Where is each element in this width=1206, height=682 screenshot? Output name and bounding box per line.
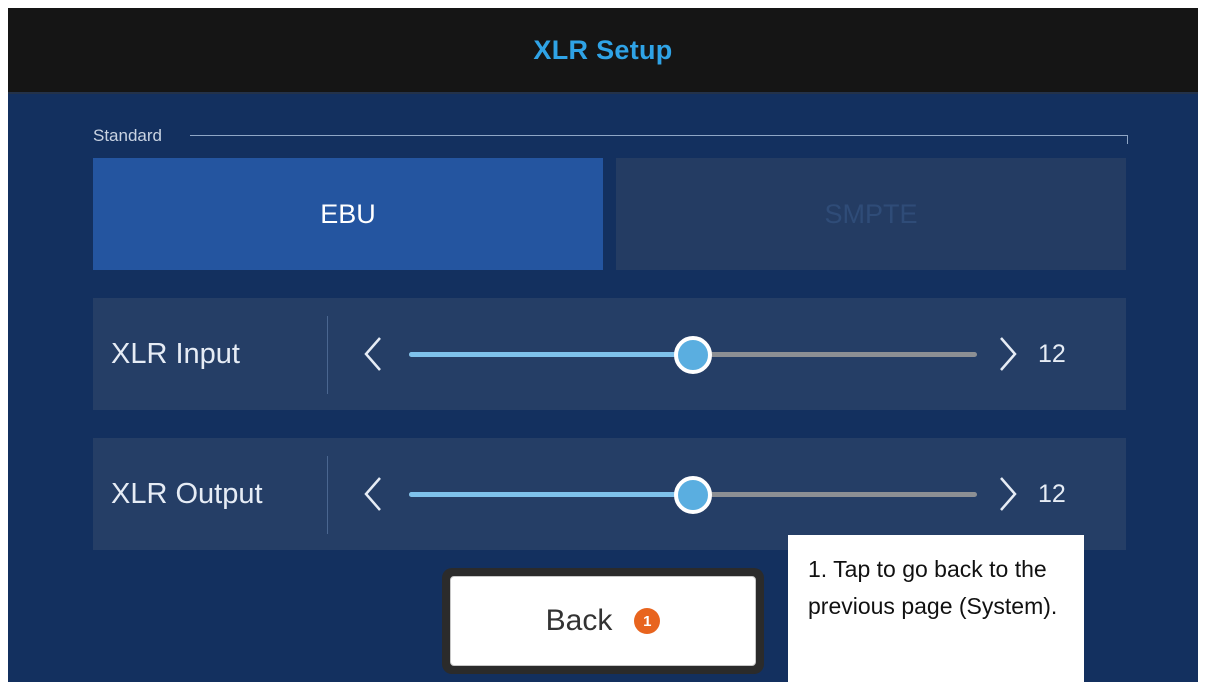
xlr-input-row: XLR Input 12 xyxy=(93,298,1126,410)
xlr-input-slider[interactable] xyxy=(409,336,977,374)
xlr-output-slider[interactable] xyxy=(409,476,977,514)
xlr-input-label: XLR Input xyxy=(111,337,240,370)
standard-option-ebu[interactable]: EBU xyxy=(93,158,603,270)
xlr-output-slider-thumb[interactable] xyxy=(674,476,712,514)
standard-option-smpte[interactable]: SMPTE xyxy=(616,158,1126,270)
back-button[interactable]: Back 1 xyxy=(450,576,756,666)
xlr-input-slider-thumb[interactable] xyxy=(674,336,712,374)
chevron-left-icon[interactable] xyxy=(358,298,388,410)
row-divider xyxy=(327,456,328,534)
callout-note: 1. Tap to go back to the previous page (… xyxy=(788,535,1084,682)
chevron-left-icon[interactable] xyxy=(358,438,388,550)
group-divider-end xyxy=(1127,135,1128,144)
title-bar: XLR Setup xyxy=(8,8,1198,94)
xlr-output-value: 12 xyxy=(1038,479,1066,508)
row-divider xyxy=(327,316,328,394)
chevron-right-icon[interactable] xyxy=(993,298,1023,410)
page-title: XLR Setup xyxy=(533,34,673,65)
callout-text: 1. Tap to go back to the previous page (… xyxy=(808,556,1058,619)
chevron-right-icon[interactable] xyxy=(993,438,1023,550)
back-button-label: Back xyxy=(545,604,613,637)
xlr-output-row: XLR Output 12 xyxy=(93,438,1126,550)
xlr-output-slider-fill xyxy=(409,492,693,497)
xlr-input-slider-fill xyxy=(409,352,693,357)
xlr-input-value: 12 xyxy=(1038,339,1066,368)
group-divider xyxy=(190,135,1128,136)
standard-group-label: Standard xyxy=(93,126,162,145)
xlr-output-label: XLR Output xyxy=(111,477,263,510)
standard-option-ebu-label: EBU xyxy=(320,198,376,229)
step-badge: 1 xyxy=(634,608,661,634)
standard-option-smpte-label: SMPTE xyxy=(824,198,918,229)
